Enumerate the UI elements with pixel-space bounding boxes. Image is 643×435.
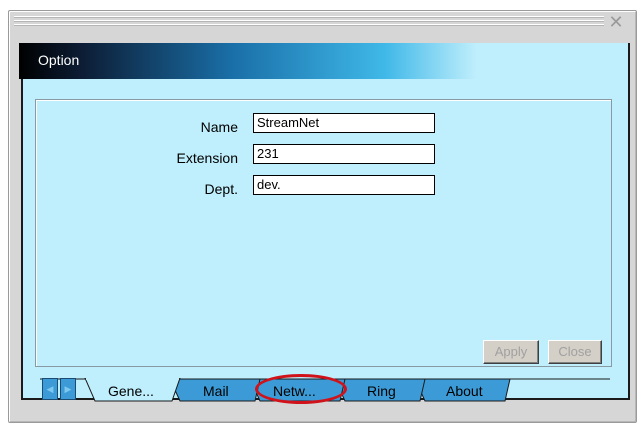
tab-mail[interactable]: Mail [203,383,229,399]
panel-title: Option [38,52,80,68]
close-icon[interactable]: ✕ [607,14,625,32]
extension-label: Extension [176,150,238,166]
scroll-right-icon[interactable]: ▶ [60,378,76,400]
panel-title-bar [19,43,628,79]
close-button[interactable]: Close [548,340,602,364]
name-input[interactable]: StreamNet [253,113,435,133]
tab-general[interactable]: Gene... [108,383,154,399]
name-label: Name [200,119,238,135]
scroll-left-icon[interactable]: ◀ [42,378,58,400]
apply-button[interactable]: Apply [483,340,539,364]
tab-ring[interactable]: Ring [367,383,396,399]
general-group-box [35,99,612,367]
title-grip[interactable] [14,16,604,26]
dept-label: Dept. [204,181,238,197]
tab-about[interactable]: About [446,383,483,399]
network-tab-highlight [255,374,347,404]
extension-input[interactable]: 231 [253,144,435,164]
dept-input[interactable]: dev. [253,175,435,195]
